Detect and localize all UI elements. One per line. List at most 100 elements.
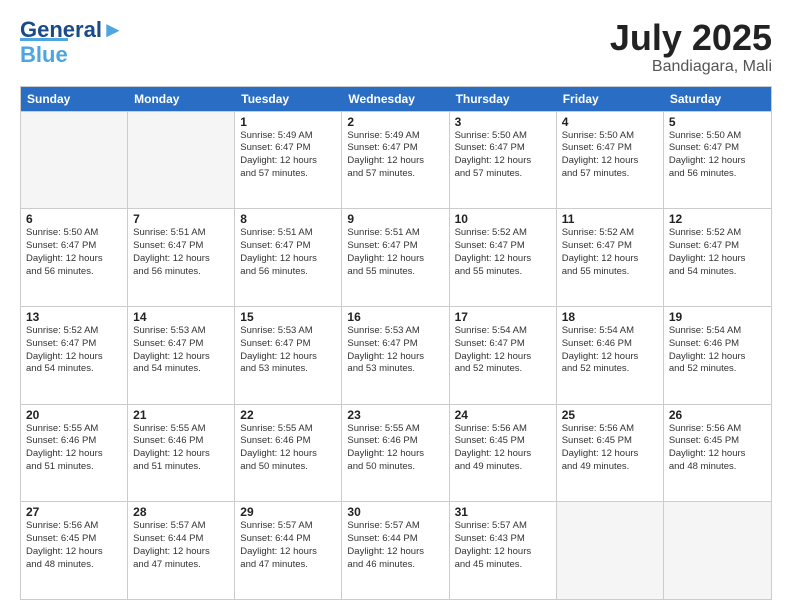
- cal-cell: 5Sunrise: 5:50 AMSunset: 6:47 PMDaylight…: [664, 112, 771, 209]
- cell-info-line: Daylight: 12 hours: [562, 351, 658, 364]
- cell-info-line: and 56 minutes.: [133, 266, 229, 279]
- cal-cell: 29Sunrise: 5:57 AMSunset: 6:44 PMDayligh…: [235, 502, 342, 599]
- cell-info-line: Sunset: 6:47 PM: [455, 338, 551, 351]
- cell-info-line: Daylight: 12 hours: [133, 351, 229, 364]
- day-number: 18: [562, 310, 658, 324]
- cell-info-line: Daylight: 12 hours: [347, 155, 443, 168]
- day-number: 12: [669, 212, 766, 226]
- cell-info-line: Daylight: 12 hours: [347, 253, 443, 266]
- cell-info-line: and 54 minutes.: [133, 363, 229, 376]
- cell-info-line: Sunset: 6:45 PM: [26, 533, 122, 546]
- week-row-3: 13Sunrise: 5:52 AMSunset: 6:47 PMDayligh…: [21, 306, 771, 404]
- day-number: 8: [240, 212, 336, 226]
- cell-info-line: Sunrise: 5:51 AM: [133, 227, 229, 240]
- cell-info-line: and 51 minutes.: [26, 461, 122, 474]
- day-number: 1: [240, 115, 336, 129]
- cell-info-line: and 54 minutes.: [26, 363, 122, 376]
- cell-info-line: and 54 minutes.: [669, 266, 766, 279]
- cell-info-line: Sunrise: 5:55 AM: [26, 423, 122, 436]
- cell-info-line: and 57 minutes.: [347, 168, 443, 181]
- cell-info-line: Sunrise: 5:50 AM: [669, 130, 766, 143]
- cal-cell: 9Sunrise: 5:51 AMSunset: 6:47 PMDaylight…: [342, 209, 449, 306]
- day-number: 20: [26, 408, 122, 422]
- cell-info-line: and 52 minutes.: [455, 363, 551, 376]
- cell-info-line: and 48 minutes.: [669, 461, 766, 474]
- calendar-header: SundayMondayTuesdayWednesdayThursdayFrid…: [21, 87, 771, 111]
- day-number: 10: [455, 212, 551, 226]
- cal-cell: 12Sunrise: 5:52 AMSunset: 6:47 PMDayligh…: [664, 209, 771, 306]
- cal-cell: 1Sunrise: 5:49 AMSunset: 6:47 PMDaylight…: [235, 112, 342, 209]
- day-number: 22: [240, 408, 336, 422]
- cell-info-line: Sunrise: 5:53 AM: [240, 325, 336, 338]
- cal-cell: 13Sunrise: 5:52 AMSunset: 6:47 PMDayligh…: [21, 307, 128, 404]
- cell-info-line: Sunset: 6:47 PM: [26, 338, 122, 351]
- cell-info-line: Sunset: 6:46 PM: [669, 338, 766, 351]
- cell-info-line: Sunrise: 5:56 AM: [562, 423, 658, 436]
- cal-cell: 31Sunrise: 5:57 AMSunset: 6:43 PMDayligh…: [450, 502, 557, 599]
- cell-info-line: Sunset: 6:47 PM: [26, 240, 122, 253]
- cell-info-line: Sunrise: 5:55 AM: [240, 423, 336, 436]
- cal-cell: 19Sunrise: 5:54 AMSunset: 6:46 PMDayligh…: [664, 307, 771, 404]
- cell-info-line: Sunset: 6:47 PM: [669, 142, 766, 155]
- cal-cell: 8Sunrise: 5:51 AMSunset: 6:47 PMDaylight…: [235, 209, 342, 306]
- cell-info-line: Sunset: 6:45 PM: [562, 435, 658, 448]
- day-number: 4: [562, 115, 658, 129]
- title-block: July 2025 Bandiagara, Mali: [610, 18, 772, 76]
- cell-info-line: Sunrise: 5:57 AM: [347, 520, 443, 533]
- cell-info-line: and 50 minutes.: [240, 461, 336, 474]
- cell-info-line: Daylight: 12 hours: [455, 448, 551, 461]
- cell-info-line: and 55 minutes.: [347, 266, 443, 279]
- cell-info-line: Daylight: 12 hours: [26, 546, 122, 559]
- cell-info-line: Sunset: 6:47 PM: [240, 142, 336, 155]
- cell-info-line: and 46 minutes.: [347, 559, 443, 572]
- cell-info-line: Daylight: 12 hours: [347, 351, 443, 364]
- cal-cell: [21, 112, 128, 209]
- cal-cell: 14Sunrise: 5:53 AMSunset: 6:47 PMDayligh…: [128, 307, 235, 404]
- cell-info-line: Sunset: 6:47 PM: [240, 338, 336, 351]
- cell-info-line: Sunset: 6:47 PM: [133, 338, 229, 351]
- cell-info-line: Sunset: 6:44 PM: [133, 533, 229, 546]
- cal-cell: 2Sunrise: 5:49 AMSunset: 6:47 PMDaylight…: [342, 112, 449, 209]
- logo: General► Blue: [20, 18, 124, 68]
- cal-cell: 16Sunrise: 5:53 AMSunset: 6:47 PMDayligh…: [342, 307, 449, 404]
- cell-info-line: Sunset: 6:47 PM: [669, 240, 766, 253]
- week-row-5: 27Sunrise: 5:56 AMSunset: 6:45 PMDayligh…: [21, 501, 771, 599]
- day-number: 15: [240, 310, 336, 324]
- cell-info-line: Daylight: 12 hours: [240, 448, 336, 461]
- cell-info-line: Daylight: 12 hours: [669, 448, 766, 461]
- cell-info-line: Sunrise: 5:49 AM: [347, 130, 443, 143]
- cell-info-line: Sunrise: 5:52 AM: [26, 325, 122, 338]
- header-day-saturday: Saturday: [664, 87, 771, 111]
- cal-cell: 10Sunrise: 5:52 AMSunset: 6:47 PMDayligh…: [450, 209, 557, 306]
- cell-info-line: Sunset: 6:46 PM: [562, 338, 658, 351]
- title-location: Bandiagara, Mali: [610, 58, 772, 76]
- cell-info-line: and 49 minutes.: [562, 461, 658, 474]
- cal-cell: 4Sunrise: 5:50 AMSunset: 6:47 PMDaylight…: [557, 112, 664, 209]
- header-day-friday: Friday: [557, 87, 664, 111]
- cal-cell: 15Sunrise: 5:53 AMSunset: 6:47 PMDayligh…: [235, 307, 342, 404]
- cell-info-line: Sunset: 6:46 PM: [133, 435, 229, 448]
- cal-cell: 24Sunrise: 5:56 AMSunset: 6:45 PMDayligh…: [450, 405, 557, 502]
- cal-cell: 18Sunrise: 5:54 AMSunset: 6:46 PMDayligh…: [557, 307, 664, 404]
- cell-info-line: and 56 minutes.: [240, 266, 336, 279]
- cell-info-line: Sunrise: 5:51 AM: [347, 227, 443, 240]
- cell-info-line: and 57 minutes.: [240, 168, 336, 181]
- cell-info-line: Sunrise: 5:51 AM: [240, 227, 336, 240]
- cell-info-line: Daylight: 12 hours: [26, 253, 122, 266]
- cell-info-line: and 47 minutes.: [240, 559, 336, 572]
- cal-cell: 30Sunrise: 5:57 AMSunset: 6:44 PMDayligh…: [342, 502, 449, 599]
- cell-info-line: Daylight: 12 hours: [669, 155, 766, 168]
- cell-info-line: Sunset: 6:47 PM: [347, 142, 443, 155]
- cell-info-line: and 53 minutes.: [347, 363, 443, 376]
- cell-info-line: and 45 minutes.: [455, 559, 551, 572]
- day-number: 30: [347, 505, 443, 519]
- cell-info-line: and 52 minutes.: [669, 363, 766, 376]
- cell-info-line: Sunset: 6:45 PM: [455, 435, 551, 448]
- cell-info-line: Sunset: 6:46 PM: [240, 435, 336, 448]
- cal-cell: 3Sunrise: 5:50 AMSunset: 6:47 PMDaylight…: [450, 112, 557, 209]
- cell-info-line: Daylight: 12 hours: [455, 546, 551, 559]
- cell-info-line: Daylight: 12 hours: [240, 546, 336, 559]
- header-day-tuesday: Tuesday: [235, 87, 342, 111]
- cell-info-line: Sunrise: 5:57 AM: [133, 520, 229, 533]
- cell-info-line: Daylight: 12 hours: [240, 351, 336, 364]
